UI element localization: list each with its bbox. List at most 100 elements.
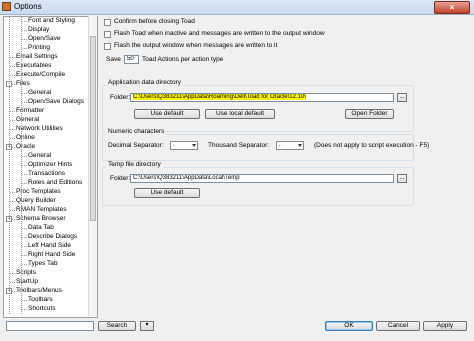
tree-item[interactable]: Printing	[28, 44, 50, 52]
tree-item[interactable]: Toolbars/Menus	[16, 287, 62, 295]
tree-item[interactable]: RMAN Templates	[16, 206, 66, 214]
tree-item[interactable]: Toolbars	[28, 296, 53, 304]
ok-button[interactable]: OK	[325, 321, 373, 331]
tree-connector	[10, 120, 15, 121]
app-data-folder-input[interactable]: C:\Users\Q383211\AppData\Roaming\Dell\To…	[130, 93, 394, 102]
tree-item[interactable]: Schema Browser	[16, 215, 66, 223]
temp-browse-button[interactable]: ...	[397, 174, 407, 183]
tree-item[interactable]: Describe Dialogs	[28, 233, 77, 241]
tree-item[interactable]: Shortcuts	[28, 305, 55, 313]
tree-connector	[10, 282, 15, 283]
tree-item[interactable]: Oracle	[16, 143, 35, 151]
tree-item[interactable]: General	[28, 89, 51, 97]
separator-note: (Does not apply to script execution - F5…	[314, 142, 430, 149]
search-button[interactable]: Search	[98, 321, 136, 331]
tree-item[interactable]: Optimizer Hints	[28, 161, 72, 169]
use-local-default-button[interactable]: Use local default	[205, 109, 275, 119]
confirm-close-checkbox[interactable]	[104, 19, 111, 26]
tree-guide-line	[21, 17, 22, 314]
tree-item[interactable]: Left Hand Side	[28, 242, 71, 250]
decimal-separator-label: Decimal Separator:	[108, 142, 164, 149]
tree-item[interactable]: Files	[16, 80, 30, 88]
tree-connector	[22, 21, 27, 22]
chevron-down-icon	[192, 144, 196, 147]
close-button[interactable]: ×	[434, 1, 470, 14]
app-data-use-default-button[interactable]: Use default	[134, 109, 200, 119]
cancel-button[interactable]: Cancel	[376, 321, 420, 331]
flash-output-label: Flash the output window when messages ar…	[114, 42, 278, 49]
thousand-separator-label: Thousand Separator:	[208, 142, 270, 149]
tree-connector	[22, 165, 27, 166]
tree-item[interactable]: Types Tab	[28, 260, 58, 268]
tree-connector	[10, 75, 15, 76]
tree-item[interactable]: Scripts	[16, 269, 36, 277]
open-folder-button[interactable]: Open Folder	[345, 109, 394, 119]
flash-output-checkbox[interactable]	[104, 43, 111, 50]
tree-connector	[22, 102, 27, 103]
window-title: Options	[14, 2, 42, 11]
tree-connector	[10, 57, 15, 58]
tree-connector	[10, 273, 15, 274]
temp-folder-label: Folder:	[110, 175, 131, 182]
tree-scrollbar[interactable]	[88, 16, 97, 316]
tree-connector	[22, 93, 27, 94]
tree-item[interactable]: Font and Styling	[28, 17, 75, 25]
save-label: Save	[106, 56, 121, 63]
tree-item[interactable]: Right Hand Side	[28, 251, 75, 259]
tree-item[interactable]: General	[28, 152, 51, 160]
tree-connector	[10, 129, 15, 130]
app-data-browse-button[interactable]: ...	[397, 93, 407, 102]
chevron-down-icon	[298, 144, 302, 147]
tree-connector	[22, 264, 27, 265]
search-input[interactable]	[6, 321, 94, 331]
tree-item[interactable]: StartUp	[16, 278, 38, 286]
tree-item[interactable]: Online	[16, 134, 35, 142]
tree-connector	[22, 309, 27, 310]
tree-connector	[22, 39, 27, 40]
temp-folder-input[interactable]: C:\Users\Q383211\AppData\Local\Temp	[130, 174, 394, 183]
footer-bar: Search ▾ OK Cancel Apply	[0, 318, 474, 341]
tree-connector	[10, 111, 15, 112]
tree-item[interactable]: General	[16, 116, 39, 124]
tree-connector	[22, 300, 27, 301]
tree-item[interactable]: Execute/Compile	[16, 71, 65, 79]
tree-item[interactable]: Open/Save	[28, 35, 61, 43]
tree-connector	[22, 237, 27, 238]
options-panel: Confirm before closing Toad Flash Toad w…	[98, 16, 470, 316]
tree-item[interactable]: Email Settings	[16, 53, 58, 61]
tree-connector	[10, 210, 15, 211]
temp-group-label: Temp file directory	[106, 161, 163, 169]
tree-item[interactable]: Display	[28, 26, 49, 34]
save-actions-input[interactable]: 50	[124, 55, 139, 64]
flash-inactive-checkbox[interactable]	[104, 31, 111, 38]
options-tree[interactable]: Font and Styling Display Open/Save Printing…	[3, 16, 98, 318]
search-options-button[interactable]: ▾	[140, 321, 154, 331]
tree-item[interactable]: Transactions	[28, 170, 65, 178]
flash-inactive-label: Flash Toad when inactive and messages ar…	[114, 30, 325, 37]
apply-button[interactable]: Apply	[423, 321, 467, 331]
save-suffix-label: Toad Actions per action type	[142, 56, 224, 63]
tree-guide-line	[9, 17, 10, 314]
toad-app-icon	[2, 2, 11, 11]
tree-connector	[22, 30, 27, 31]
title-bar: Options ×	[0, 0, 474, 15]
tree-item[interactable]: Data Tab	[28, 224, 54, 232]
thousand-separator-select[interactable]: ,	[276, 141, 304, 150]
tree-connector	[22, 183, 27, 184]
tree-item[interactable]: Proc Templates	[16, 188, 61, 196]
tree-connector	[22, 246, 27, 247]
temp-group	[102, 167, 414, 206]
temp-use-default-button[interactable]: Use default	[134, 188, 200, 198]
tree-connector	[22, 255, 27, 256]
tree-item[interactable]: Network Utilities	[16, 125, 63, 133]
tree-connector	[22, 156, 27, 157]
tree-connector	[10, 201, 15, 202]
tree-connector	[22, 48, 27, 49]
numeric-group-label: Numeric characters	[106, 128, 167, 136]
tree-scrollbar-thumb[interactable]	[90, 36, 96, 221]
tree-item[interactable]: Open/Save Dialogs	[28, 98, 84, 106]
tree-item[interactable]: Roles and Editions	[28, 179, 82, 187]
decimal-separator-select[interactable]: .	[170, 141, 198, 150]
app-data-folder-label: Folder:	[110, 94, 131, 101]
tree-connector	[10, 192, 15, 193]
